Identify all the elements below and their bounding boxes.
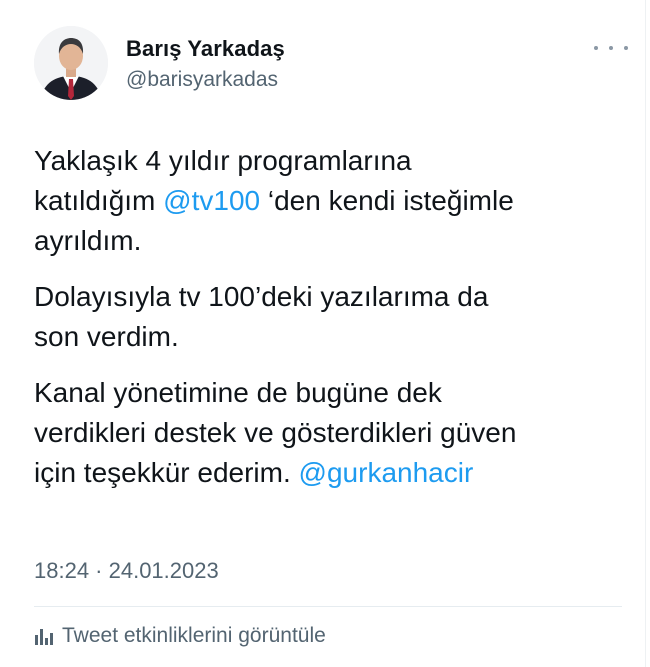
tweet-paragraph-2: Dolayısıyla tv 100’deki yazılarıma da so… [34,277,614,357]
tweet-text: Yaklaşık 4 yıldır programlarına katıldığ… [34,141,614,509]
tweet-line: Dolayısıyla tv 100’deki yazılarıma da [34,281,489,312]
tweet-paragraph-1: Yaklaşık 4 yıldır programlarına katıldığ… [34,141,614,261]
tweet-timestamp[interactable]: 18:24 · 24.01.2023 [34,558,219,584]
analytics-bar-chart-icon [35,629,53,645]
tweet-line: verdikleri destek ve gösterdikleri güven [34,417,517,448]
card-right-border [645,0,646,667]
mention-link-tv100[interactable]: @tv100 [163,185,260,216]
tweet-line: Kanal yönetimine de bugüne dek [34,377,442,408]
tweet-line: ‘den kendi isteğimle [260,185,514,216]
author-display-name[interactable]: Barış Yarkadaş [126,36,285,62]
tweet-line: son verdim. [34,321,179,352]
divider [34,606,622,607]
tweet-card: Barış Yarkadaş @barisyarkadas Yaklaşık 4… [0,0,650,667]
mention-link-gurkanhacir[interactable]: @gurkanhacir [299,457,474,488]
tweet-line: ayrıldım. [34,225,142,256]
more-dot [594,46,598,50]
avatar[interactable] [34,26,108,100]
more-dot [624,46,628,50]
profile-photo-icon [34,26,108,100]
more-dot [609,46,613,50]
tweet-paragraph-3: Kanal yönetimine de bugüne dek verdikler… [34,373,614,493]
author-handle[interactable]: @barisyarkadas [126,68,278,92]
view-analytics-link[interactable]: Tweet etkinliklerini görüntüle [34,624,326,648]
analytics-label: Tweet etkinliklerini görüntüle [62,624,326,647]
tweet-line: katıldığım [34,185,164,216]
more-dots-icon[interactable] [594,38,628,58]
tweet-line: için teşekkür ederim. [34,457,299,488]
tweet-line: Yaklaşık 4 yıldır programlarına [34,145,412,176]
